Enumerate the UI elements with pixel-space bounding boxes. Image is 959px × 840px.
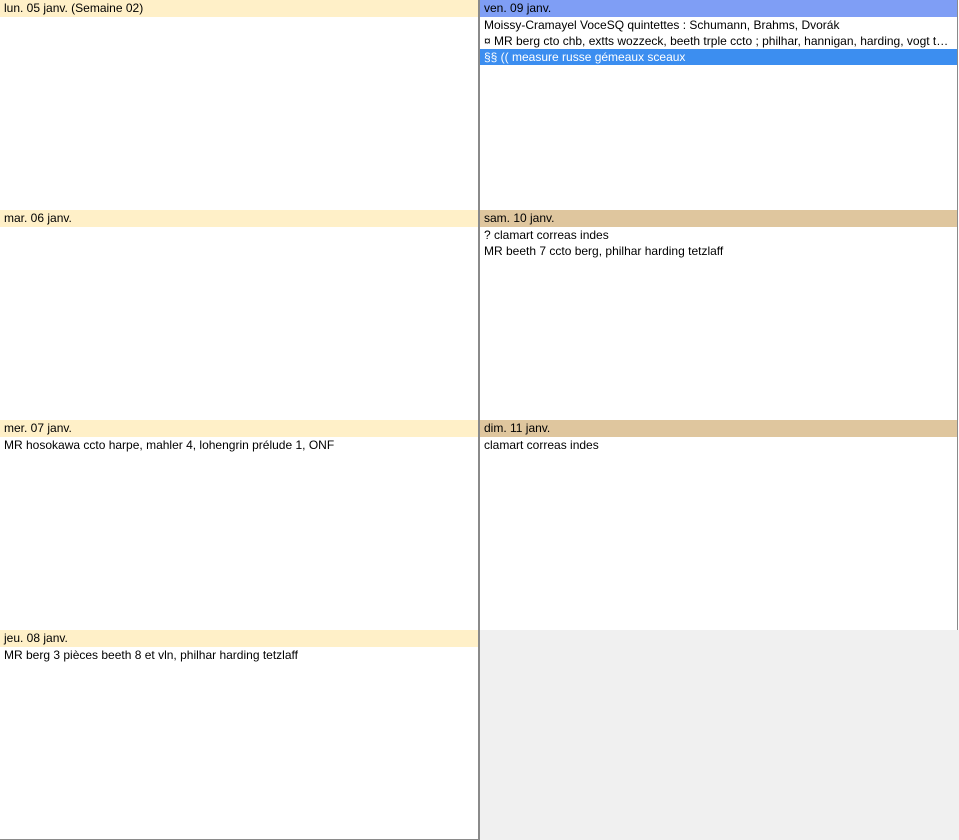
day-header-tuesday[interactable]: mar. 06 janv. (0, 210, 478, 227)
day-header-wednesday[interactable]: mer. 07 janv. (0, 420, 478, 437)
day-header-saturday[interactable]: sam. 10 janv. (480, 210, 957, 227)
event-list-friday: Moissy-Cramayel VoceSQ quintettes : Schu… (480, 17, 957, 65)
day-cell-saturday[interactable]: sam. 10 janv. ? clamart correas indes MR… (479, 210, 958, 421)
day-cell-tuesday[interactable]: mar. 06 janv. (0, 210, 479, 421)
calendar-event[interactable]: clamart correas indes (480, 437, 957, 453)
day-header-friday[interactable]: ven. 09 janv. (480, 0, 957, 17)
event-list-thursday: MR berg 3 pièces beeth 8 et vln, philhar… (0, 647, 478, 663)
event-list-sunday: clamart correas indes (480, 437, 957, 453)
day-header-monday[interactable]: lun. 05 janv. (Semaine 02) (0, 0, 478, 17)
day-cell-sunday[interactable]: dim. 11 janv. clamart correas indes (479, 420, 958, 631)
day-header-sunday[interactable]: dim. 11 janv. (480, 420, 957, 437)
empty-grid-area (479, 630, 959, 840)
event-list-wednesday: MR hosokawa ccto harpe, mahler 4, loheng… (0, 437, 478, 453)
day-cell-thursday[interactable]: jeu. 08 janv. MR berg 3 pièces beeth 8 e… (0, 630, 479, 840)
day-header-thursday[interactable]: jeu. 08 janv. (0, 630, 478, 647)
event-list-saturday: ? clamart correas indes MR beeth 7 ccto … (480, 227, 957, 259)
calendar-event[interactable]: ¤ MR berg cto chb, extts wozzeck, beeth … (480, 33, 957, 49)
day-cell-wednesday[interactable]: mer. 07 janv. MR hosokawa ccto harpe, ma… (0, 420, 479, 631)
calendar-event[interactable]: Moissy-Cramayel VoceSQ quintettes : Schu… (480, 17, 957, 33)
calendar-event-selected[interactable]: §§ (( measure russe gémeaux sceaux (480, 49, 957, 65)
day-cell-friday[interactable]: ven. 09 janv. Moissy-Cramayel VoceSQ qui… (479, 0, 958, 211)
calendar-event[interactable]: MR beeth 7 ccto berg, philhar harding te… (480, 243, 957, 259)
week-calendar: lun. 05 janv. (Semaine 02) mar. 06 janv.… (0, 0, 959, 840)
calendar-event[interactable]: MR berg 3 pièces beeth 8 et vln, philhar… (0, 647, 478, 663)
day-cell-monday[interactable]: lun. 05 janv. (Semaine 02) (0, 0, 479, 211)
calendar-event[interactable]: ? clamart correas indes (480, 227, 957, 243)
calendar-event[interactable]: MR hosokawa ccto harpe, mahler 4, loheng… (0, 437, 478, 453)
